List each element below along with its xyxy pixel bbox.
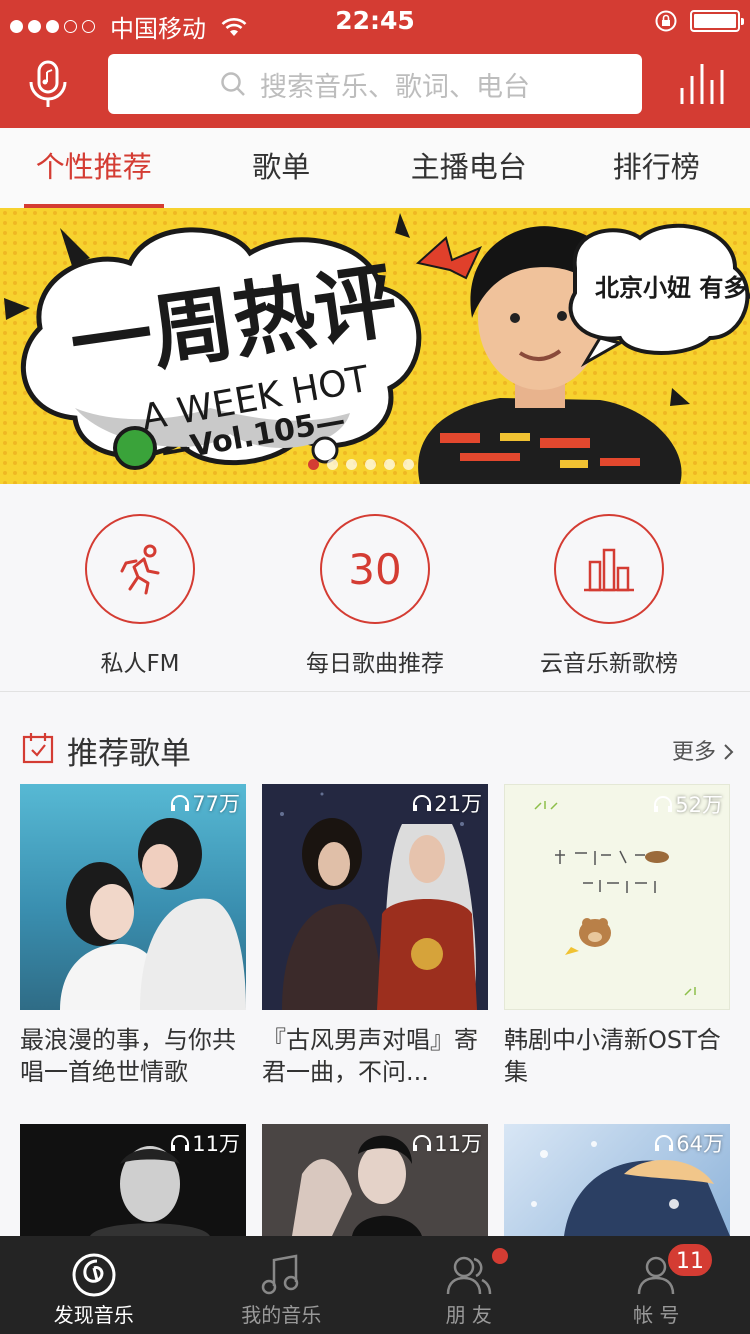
search-icon xyxy=(221,72,245,96)
playlist-cover: 21万 xyxy=(262,784,488,1010)
clock: 22:45 xyxy=(335,6,415,35)
play-count: 64万 xyxy=(654,1128,724,1158)
playlist-title: 『古风男声对唱』寄君一曲，不问... xyxy=(262,1026,478,1086)
play-count: 52万 xyxy=(653,789,723,819)
play-count-value: 64万 xyxy=(676,1132,724,1156)
headphones-icon xyxy=(413,795,432,811)
headphones-icon xyxy=(413,1135,432,1151)
friends-icon xyxy=(446,1256,491,1295)
playlist-card[interactable]: 64万 xyxy=(504,1124,730,1236)
music-recognition-icon[interactable] xyxy=(28,60,68,110)
tab-account[interactable]: 帐 号 xyxy=(563,1236,750,1334)
playlist-cover: 64万 xyxy=(504,1124,730,1236)
more-label: 更多 xyxy=(671,740,716,765)
chevron-right-icon xyxy=(724,744,734,760)
friends-notification-dot xyxy=(490,1246,510,1266)
carousel-dot xyxy=(403,459,414,470)
playlist-card[interactable]: 11万 xyxy=(262,1124,488,1236)
play-count-value: 52万 xyxy=(675,793,723,817)
play-count: 77万 xyxy=(170,788,240,818)
playlist-cover: 52万 xyxy=(504,784,730,1010)
account-badge: 11 xyxy=(666,1242,714,1278)
banner-bubble-text: 北京小妞 有多风流? xyxy=(595,274,750,302)
carousel-dot xyxy=(346,459,357,470)
headphones-icon xyxy=(171,795,190,811)
tab-friends[interactable]: 朋 友 xyxy=(375,1236,563,1334)
recommended-playlists-header: 推荐歌单 更多 xyxy=(20,728,735,772)
netease-music-logo-icon xyxy=(72,1253,116,1297)
personal-fm-button[interactable]: 私人FM xyxy=(40,514,240,678)
carousel-dot xyxy=(384,459,395,470)
search-box[interactable]: 搜索音乐、歌词、电台 xyxy=(108,54,642,114)
playlist-title: 最浪漫的事，与你共唱一首绝世情歌 xyxy=(20,1026,236,1086)
carousel-dot xyxy=(365,459,376,470)
playlist-card[interactable]: 21万 『古风男声对唱』寄君一曲，不问... xyxy=(262,784,488,1088)
playlist-title: 韩剧中小清新OST合集 xyxy=(504,1026,721,1086)
headphones-icon xyxy=(654,796,673,812)
daily-recommend-label: 每日歌曲推荐 xyxy=(306,651,444,677)
carousel-dot xyxy=(308,459,319,470)
bar-chart-icon xyxy=(584,548,634,592)
running-person-icon xyxy=(120,544,160,595)
quick-entries: 私人FM 30 每日歌曲推荐 云音乐新歌榜 xyxy=(0,484,750,692)
play-count-value: 11万 xyxy=(434,1132,482,1156)
banner-carousel[interactable]: 一周热评 A WEEK HOT —Vol.105— 北京小妞 有多风流? 专栏 xyxy=(0,208,750,484)
app-header: 中国移动 22:45 搜索音乐、歌词、电台 xyxy=(0,0,750,128)
tab-recommend[interactable]: 个性推荐 xyxy=(0,128,188,208)
battery-icon xyxy=(690,10,744,32)
playlist-cover: 11万 xyxy=(20,1124,246,1236)
headphones-icon xyxy=(171,1135,190,1151)
status-bar: 中国移动 22:45 xyxy=(0,0,750,43)
tab-charts[interactable]: 排行榜 xyxy=(563,128,750,208)
play-count: 21万 xyxy=(412,788,482,818)
section-title: 推荐歌单 xyxy=(67,736,191,772)
banner-artwork: 一周热评 A WEEK HOT —Vol.105— 北京小妞 有多风流? xyxy=(0,208,750,484)
tab-label: 我的音乐 xyxy=(241,1303,322,1327)
calendar-check-icon xyxy=(22,733,54,764)
tab-label: 朋 友 xyxy=(445,1303,492,1327)
playlist-card[interactable]: 11万 xyxy=(20,1124,246,1236)
playlist-cover: 11万 xyxy=(262,1124,488,1236)
headphones-icon xyxy=(655,1135,674,1151)
play-count-value: 11万 xyxy=(192,1132,240,1156)
top-tabs: 个性推荐 歌单 主播电台 排行榜 xyxy=(0,128,750,208)
tab-label: 帐 号 xyxy=(633,1303,680,1327)
music-note-icon xyxy=(262,1254,299,1295)
personal-fm-label: 私人FM xyxy=(100,651,180,677)
play-count-value: 21万 xyxy=(434,792,482,816)
tab-discover-music[interactable]: 发现音乐 xyxy=(0,1236,188,1334)
play-count: 11万 xyxy=(412,1128,482,1158)
playlist-cover: 77万 xyxy=(20,784,246,1010)
new-songs-chart-label: 云音乐新歌榜 xyxy=(540,651,678,677)
tab-radio[interactable]: 主播电台 xyxy=(375,128,563,208)
rotation-lock-icon xyxy=(655,10,677,32)
daily-recommend-button[interactable]: 30 每日歌曲推荐 xyxy=(275,514,475,678)
tab-playlists[interactable]: 歌单 xyxy=(188,128,376,208)
new-songs-chart-button[interactable]: 云音乐新歌榜 xyxy=(509,514,709,678)
calendar-day-number: 30 xyxy=(348,544,402,594)
more-link[interactable]: 更多 xyxy=(672,734,735,766)
play-count: 11万 xyxy=(170,1128,240,1158)
bottom-tab-bar: 发现音乐 我的音乐 朋 友 帐 号 11 xyxy=(0,1236,750,1334)
tab-my-music[interactable]: 我的音乐 xyxy=(188,1236,376,1334)
now-playing-icon[interactable] xyxy=(680,62,724,106)
carousel-dot xyxy=(327,459,338,470)
carousel-indicator xyxy=(308,459,414,470)
play-count-value: 77万 xyxy=(192,792,240,816)
search-placeholder: 搜索音乐、歌词、电台 xyxy=(260,71,530,103)
tab-label: 发现音乐 xyxy=(53,1303,134,1327)
playlist-card[interactable]: 77万 最浪漫的事，与你共唱一首绝世情歌 xyxy=(20,784,246,1088)
playlist-card[interactable]: 52万 韩剧中小清新OST合集 xyxy=(504,784,730,1088)
